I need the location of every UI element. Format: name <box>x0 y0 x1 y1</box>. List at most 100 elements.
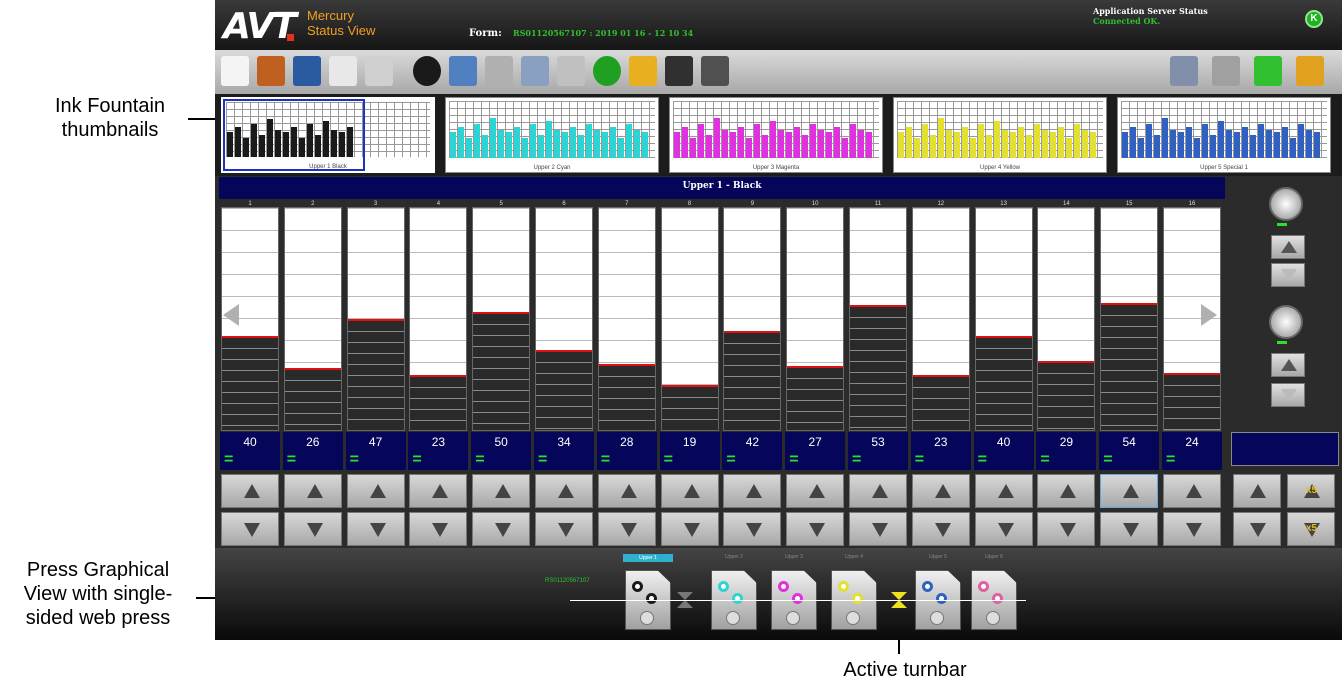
zone-up-button[interactable] <box>974 474 1033 508</box>
zone-down-button[interactable] <box>1163 512 1221 546</box>
thumbnail-bar <box>954 132 960 158</box>
zone-up-button[interactable] <box>597 474 656 508</box>
zone-down-button[interactable] <box>472 512 531 546</box>
connection-status-icon[interactable]: K <box>1305 10 1323 28</box>
web-path-line <box>570 600 1026 601</box>
zone-value-box: 53 = <box>848 432 908 470</box>
ink-zone-column[interactable] <box>849 207 907 431</box>
ink-zone-column[interactable] <box>346 207 405 431</box>
thumbnail-bar <box>634 129 640 158</box>
zone-target-line <box>536 349 592 352</box>
zone-down-button[interactable] <box>535 512 593 546</box>
thumbnail-2[interactable]: Upper 2 Cyan <box>445 97 659 173</box>
zone-up-button[interactable] <box>1163 474 1221 508</box>
ink-knob-icon[interactable] <box>1269 187 1303 221</box>
scroll-right-arrow-icon[interactable] <box>1201 304 1217 326</box>
all-down-x5-button[interactable]: x5 <box>1287 512 1335 546</box>
zone-down-button[interactable] <box>597 512 656 546</box>
thumbnail-3[interactable]: Upper 3 Magenta <box>669 97 883 173</box>
thumbnail-bar <box>754 123 760 158</box>
zone-down-button[interactable] <box>221 512 279 546</box>
zone-equal-indicator: = <box>1166 451 1176 468</box>
zone-down-button[interactable] <box>1100 512 1159 546</box>
zone-up-button[interactable] <box>535 474 593 508</box>
thumbnail-bar <box>746 138 752 158</box>
zone-up-button[interactable] <box>786 474 845 508</box>
ink-zone-column[interactable] <box>911 207 970 431</box>
zone-up-button[interactable] <box>472 474 531 508</box>
report-icon[interactable] <box>665 56 693 86</box>
thumbnail-1[interactable]: Upper 1 Black <box>221 97 435 173</box>
lock-icon[interactable] <box>629 56 657 86</box>
scroll-left-arrow-icon[interactable] <box>223 304 239 326</box>
sync-icon[interactable] <box>1254 56 1282 86</box>
thumbnail-grid <box>673 101 879 158</box>
ink-zone-column[interactable] <box>1037 207 1096 431</box>
zone-up-button[interactable] <box>409 474 468 508</box>
zone-down-button[interactable] <box>660 512 719 546</box>
zone-down-button[interactable] <box>1037 512 1096 546</box>
zone-down-button[interactable] <box>723 512 782 546</box>
press-icon[interactable] <box>701 56 729 86</box>
zone-up-button[interactable] <box>660 474 719 508</box>
ink-zone-column[interactable] <box>1100 207 1159 431</box>
knob2-up-button[interactable] <box>1271 353 1305 377</box>
print-preview-icon[interactable] <box>329 56 357 86</box>
percent-icon[interactable] <box>413 56 441 86</box>
approve-icon[interactable] <box>593 56 621 86</box>
tools-icon[interactable] <box>1170 56 1198 86</box>
thumbnail-bar <box>834 126 840 158</box>
padlock-icon[interactable] <box>1296 56 1324 86</box>
zone-up-button[interactable] <box>723 474 782 508</box>
up-arrow-icon <box>746 484 763 498</box>
ink-zone-column[interactable] <box>660 207 719 431</box>
all-up-x5-button[interactable]: x5 <box>1287 474 1335 508</box>
refresh-icon[interactable] <box>521 56 549 86</box>
zone-fill <box>1101 304 1158 430</box>
zone-value-box: 24 = <box>1162 432 1222 470</box>
ink-zone-column[interactable] <box>472 207 531 431</box>
ink-zone-column[interactable] <box>597 207 656 431</box>
knob2-down-button[interactable] <box>1271 383 1305 407</box>
thumbnail-4[interactable]: Upper 4 Yellow <box>893 97 1107 173</box>
water-knob-icon[interactable] <box>1269 305 1303 339</box>
all-up-button[interactable] <box>1233 474 1281 508</box>
zone-equal-indicator: = <box>1103 451 1113 468</box>
zone-up-button[interactable] <box>283 474 342 508</box>
ink-zone-column[interactable] <box>786 207 845 431</box>
zone-target-line <box>473 312 530 315</box>
zone-value-box: 29 = <box>1036 432 1097 470</box>
all-down-button[interactable] <box>1233 512 1281 546</box>
zone-down-button[interactable] <box>346 512 405 546</box>
new-icon[interactable] <box>221 56 249 86</box>
knob1-down-button[interactable] <box>1271 263 1305 287</box>
ink-zone-column[interactable] <box>409 207 468 431</box>
zone-down-button[interactable] <box>283 512 342 546</box>
zone-down-button[interactable] <box>409 512 468 546</box>
zone-up-button[interactable] <box>1037 474 1096 508</box>
paste-icon[interactable] <box>485 56 513 86</box>
zone-down-button[interactable] <box>911 512 970 546</box>
zone-up-button[interactable] <box>849 474 907 508</box>
zone-up-button[interactable] <box>346 474 405 508</box>
save-icon[interactable] <box>293 56 321 86</box>
open-icon[interactable] <box>257 56 285 86</box>
zone-up-button[interactable] <box>1100 474 1159 508</box>
zone-down-button[interactable] <box>974 512 1033 546</box>
thumbnail-5[interactable]: Upper 5 Special 1 <box>1117 97 1331 173</box>
knob1-up-button[interactable] <box>1271 235 1305 259</box>
ink-zone-column[interactable] <box>974 207 1033 431</box>
copy-icon[interactable] <box>449 56 477 86</box>
ink-zone-column[interactable] <box>723 207 782 431</box>
zone-down-button[interactable] <box>849 512 907 546</box>
zone-up-button[interactable] <box>911 474 970 508</box>
zone-down-button[interactable] <box>786 512 845 546</box>
ink-dot-icon <box>838 581 849 592</box>
compare-icon[interactable] <box>557 56 585 86</box>
thumbnail-bar <box>498 129 504 158</box>
ink-zone-column[interactable] <box>535 207 593 431</box>
wrench-icon[interactable] <box>1212 56 1240 86</box>
zone-up-button[interactable] <box>221 474 279 508</box>
ink-zone-column[interactable] <box>283 207 342 431</box>
ops-icon[interactable] <box>365 56 393 86</box>
